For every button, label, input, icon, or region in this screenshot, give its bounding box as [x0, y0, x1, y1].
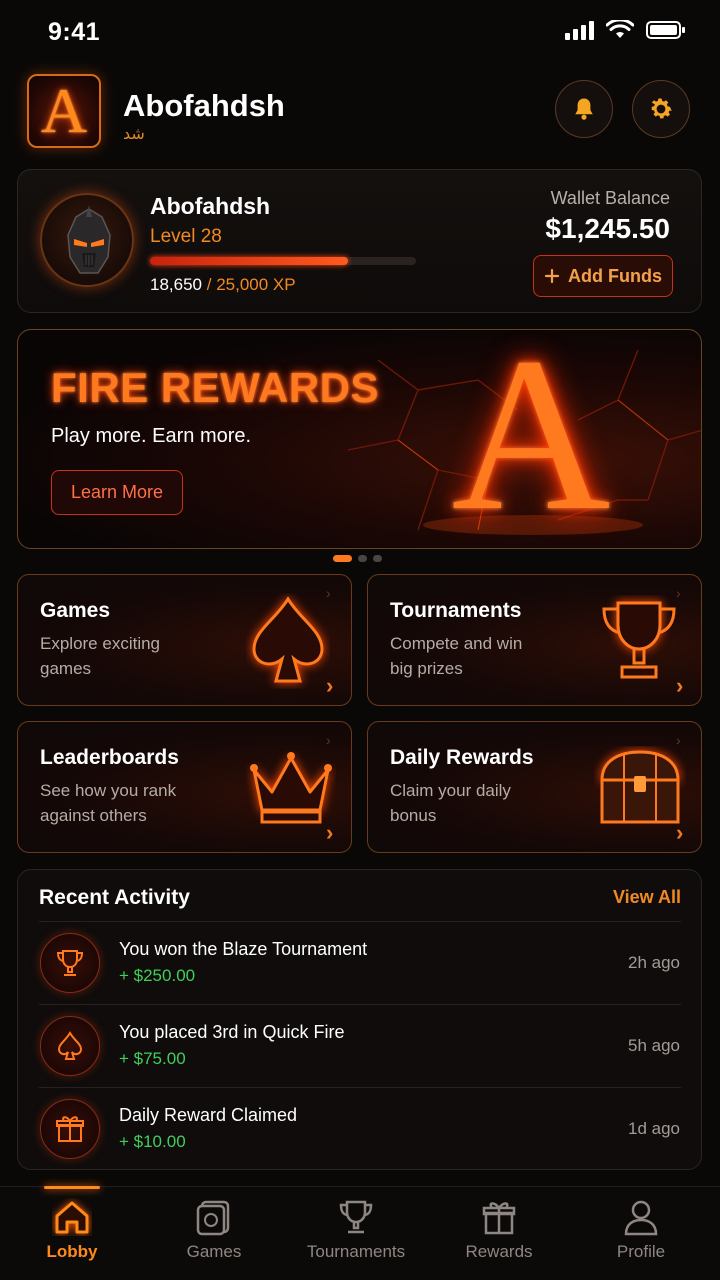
trophy-icon [56, 950, 84, 976]
chevron-right-icon[interactable]: › [326, 673, 333, 699]
logo-letter: A [40, 75, 88, 146]
nav-label: Rewards [465, 1242, 533, 1261]
gift-icon [482, 1202, 516, 1235]
tile-description: See how you rank against others [40, 781, 177, 825]
tile-description: Claim your daily bonus [390, 781, 511, 825]
profile-level: Level 28 [150, 226, 222, 247]
app-subtitle: ﺷﺪ [123, 126, 145, 143]
profile-name: Abofahdsh [150, 193, 271, 219]
gift-icon [56, 1116, 84, 1142]
tile-description: Compete and win big prizes [390, 634, 523, 678]
chevron-right-icon: › [676, 732, 681, 748]
wallet-balance: $1,245.50 [545, 213, 670, 244]
spade-icon [252, 596, 324, 683]
activity-label: Daily Reward Claimed [119, 1105, 298, 1125]
recent-activity-title: Recent Activity [39, 886, 190, 909]
activity-label: You won the Blaze Tournament [119, 939, 368, 959]
chevron-right-icon[interactable]: › [676, 673, 683, 699]
activity-amount: + $10.00 [119, 1132, 186, 1151]
bell-icon [575, 98, 593, 120]
tile-tournaments[interactable]: Tournaments Compete and win big prizes ›… [367, 574, 702, 706]
carousel-dot[interactable] [373, 555, 382, 562]
tile-games[interactable]: Games Explore exciting games › › [17, 574, 352, 706]
nav-lobby[interactable]: Lobby [0, 1198, 144, 1262]
tile-title: Leaderboards [40, 746, 179, 769]
crown-icon [250, 752, 332, 824]
xp-text: 18,650 / 25,000 XP [150, 275, 296, 295]
activity-time: 1d ago [628, 1119, 680, 1138]
activity-spade-icon [40, 1016, 100, 1076]
status-icons [564, 20, 686, 40]
app-name: Abofahdsh [123, 88, 285, 123]
notifications-button[interactable] [555, 80, 613, 138]
avatar[interactable] [40, 193, 134, 287]
nav-rewards[interactable]: Rewards [427, 1198, 571, 1262]
carousel-dot-active[interactable] [333, 555, 352, 562]
treasure-chest-icon [600, 750, 680, 824]
plus-icon [544, 268, 560, 284]
divider [39, 921, 681, 922]
activity-amount: + $250.00 [119, 966, 196, 985]
carousel-dot[interactable] [358, 555, 367, 562]
trophy-icon [339, 1200, 373, 1234]
tile-leaderboards[interactable]: Leaderboards See how you rank against ot… [17, 721, 352, 853]
view-all-link[interactable]: View All [613, 887, 681, 908]
tile-description: Explore exciting games [40, 634, 161, 678]
nav-games[interactable]: Games [142, 1198, 286, 1262]
carousel-dots [333, 555, 382, 562]
nav-label: Lobby [46, 1242, 98, 1261]
status-time: 9:41 [48, 18, 101, 46]
nav-label: Games [186, 1242, 242, 1261]
chevron-right-icon: › [676, 585, 681, 601]
xp-current: 18,650 [150, 275, 202, 294]
spade-icon [57, 1030, 83, 1060]
chevron-right-icon: › [326, 585, 331, 601]
banner-subtitle: Play more. Earn more. [51, 425, 252, 447]
wallet-label: Wallet Balance [550, 188, 670, 208]
nav-tournaments[interactable]: Tournaments [284, 1198, 428, 1262]
nav-profile[interactable]: Profile [569, 1198, 713, 1262]
activity-gift-icon [40, 1099, 100, 1159]
nav-label: Tournaments [306, 1242, 406, 1261]
game-card-icon [196, 1200, 230, 1236]
home-icon [55, 1201, 89, 1234]
learn-more-button[interactable]: Learn More [51, 470, 183, 515]
app-logo: A [27, 74, 101, 148]
activity-label: You placed 3rd in Quick Fire [119, 1022, 345, 1042]
divider [39, 1004, 681, 1005]
tile-title: Games [40, 599, 111, 622]
xp-progress-fill [150, 257, 349, 265]
user-icon [624, 1200, 658, 1236]
knight-helmet-icon [67, 205, 111, 274]
activity-time: 2h ago [628, 953, 680, 972]
activity-trophy-icon [40, 933, 100, 993]
tile-daily-rewards[interactable]: Daily Rewards Claim your daily bonus › › [367, 721, 702, 853]
xp-progress-bar [150, 257, 416, 265]
divider [39, 1087, 681, 1088]
xp-max: 25,000 XP [216, 275, 296, 294]
trophy-icon [602, 601, 676, 679]
chevron-right-icon[interactable]: › [676, 820, 683, 846]
nav-active-indicator [44, 1186, 100, 1189]
signal-icon [565, 21, 594, 40]
tile-title: Tournaments [390, 599, 522, 622]
nav-label: Profile [616, 1242, 666, 1261]
wifi-icon [606, 20, 634, 38]
activity-amount: + $75.00 [119, 1049, 186, 1068]
add-funds-button[interactable]: Add Funds [533, 255, 673, 297]
gear-icon [651, 98, 672, 119]
chevron-right-icon[interactable]: › [326, 820, 333, 846]
battery-icon [646, 21, 685, 39]
tile-title: Daily Rewards [390, 746, 534, 769]
xp-separator: / [206, 275, 212, 294]
settings-button[interactable] [632, 80, 690, 138]
add-funds-label: Add Funds [568, 265, 662, 286]
chevron-right-icon: › [326, 732, 331, 748]
activity-time: 5h ago [628, 1036, 680, 1055]
banner-art-letter: A [451, 329, 611, 549]
banner-title: FIRE REWARDS [51, 364, 380, 411]
